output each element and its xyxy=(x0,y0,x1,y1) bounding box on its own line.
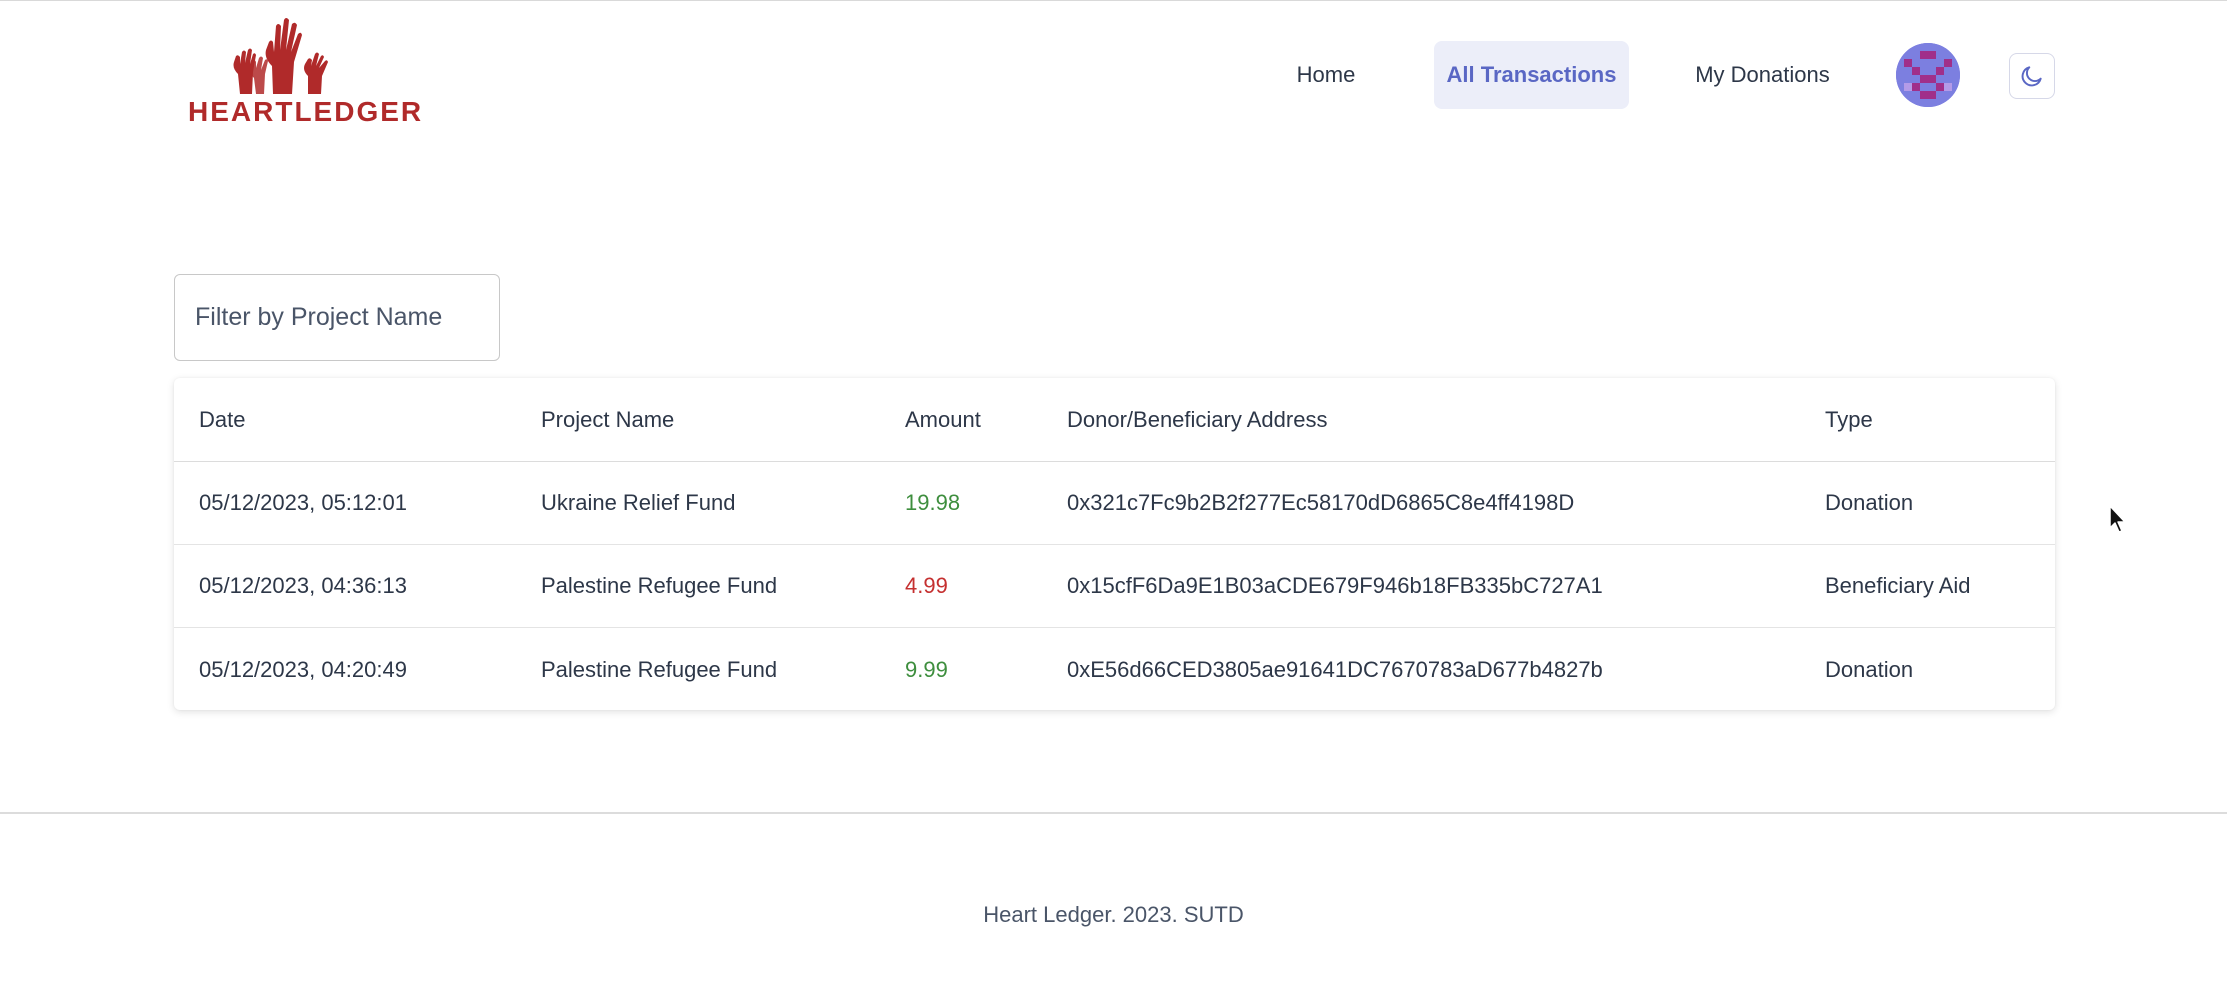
table-row[interactable]: 05/12/2023, 04:20:49 Palestine Refugee F… xyxy=(174,628,2055,711)
cell-address: 0x15cfF6Da9E1B03aCDE679F946b18FB335bC727… xyxy=(1067,573,1603,598)
cell-project-name: Palestine Refugee Fund xyxy=(541,656,778,682)
cell-amount: 4.99 xyxy=(905,573,948,598)
footer-text: Heart Ledger. 2023. SUTD xyxy=(983,902,1244,927)
project-filter-input[interactable] xyxy=(174,274,500,361)
transactions-table: Date Project Name Amount Donor/Beneficia… xyxy=(174,378,2055,710)
nav-my-donations[interactable]: My Donations xyxy=(1670,41,1855,109)
avatar[interactable] xyxy=(1896,43,1960,107)
top-border xyxy=(0,0,2227,1)
brand-logo[interactable]: HEARTLEDGER xyxy=(188,16,424,128)
moon-icon xyxy=(2021,66,2042,87)
mouse-cursor-icon xyxy=(2109,505,2126,533)
page: HEARTLEDGER Home All Transactions My Don… xyxy=(0,0,2227,987)
footer-divider xyxy=(0,812,2227,814)
cell-project-name: Ukraine Relief Fund xyxy=(541,490,736,515)
header-amount: Amount xyxy=(905,406,981,432)
nav-home[interactable]: Home xyxy=(1268,41,1384,109)
cell-address: 0xE56d66CED3805ae91641DC7670783aD677b482… xyxy=(1067,656,1603,682)
cell-type: Donation xyxy=(1825,490,1914,515)
cell-date: 05/12/2023, 04:20:49 xyxy=(199,656,407,682)
theme-toggle-button[interactable] xyxy=(2009,53,2055,99)
cell-date: 05/12/2023, 04:36:13 xyxy=(199,573,407,598)
raised-hands-icon xyxy=(233,18,328,94)
nav-all-transactions[interactable]: All Transactions xyxy=(1434,41,1629,109)
cell-amount: 19.98 xyxy=(905,490,961,515)
header-type: Type xyxy=(1825,406,1873,432)
header-date: Date xyxy=(199,406,246,432)
table-row[interactable]: 05/12/2023, 05:12:01 Ukraine Relief Fund… xyxy=(174,462,2055,545)
table-row[interactable]: 05/12/2023, 04:36:13 Palestine Refugee F… xyxy=(174,545,2055,628)
header-project-name: Project Name xyxy=(541,406,675,432)
cell-amount: 9.99 xyxy=(905,656,948,682)
cell-project-name: Palestine Refugee Fund xyxy=(541,573,778,598)
cell-type: Donation xyxy=(1825,656,1914,682)
cell-type: Beneficiary Aid xyxy=(1825,573,1971,598)
header-address: Donor/Beneficiary Address xyxy=(1067,406,1328,432)
identicon-icon xyxy=(1896,43,1960,107)
cell-date: 05/12/2023, 05:12:01 xyxy=(199,490,407,515)
table-header-row: Date Project Name Amount Donor/Beneficia… xyxy=(174,378,2055,462)
brand-name: HEARTLEDGER xyxy=(188,96,424,127)
cell-address: 0x321c7Fc9b2B2f277Ec58170dD6865C8e4ff419… xyxy=(1067,490,1575,515)
